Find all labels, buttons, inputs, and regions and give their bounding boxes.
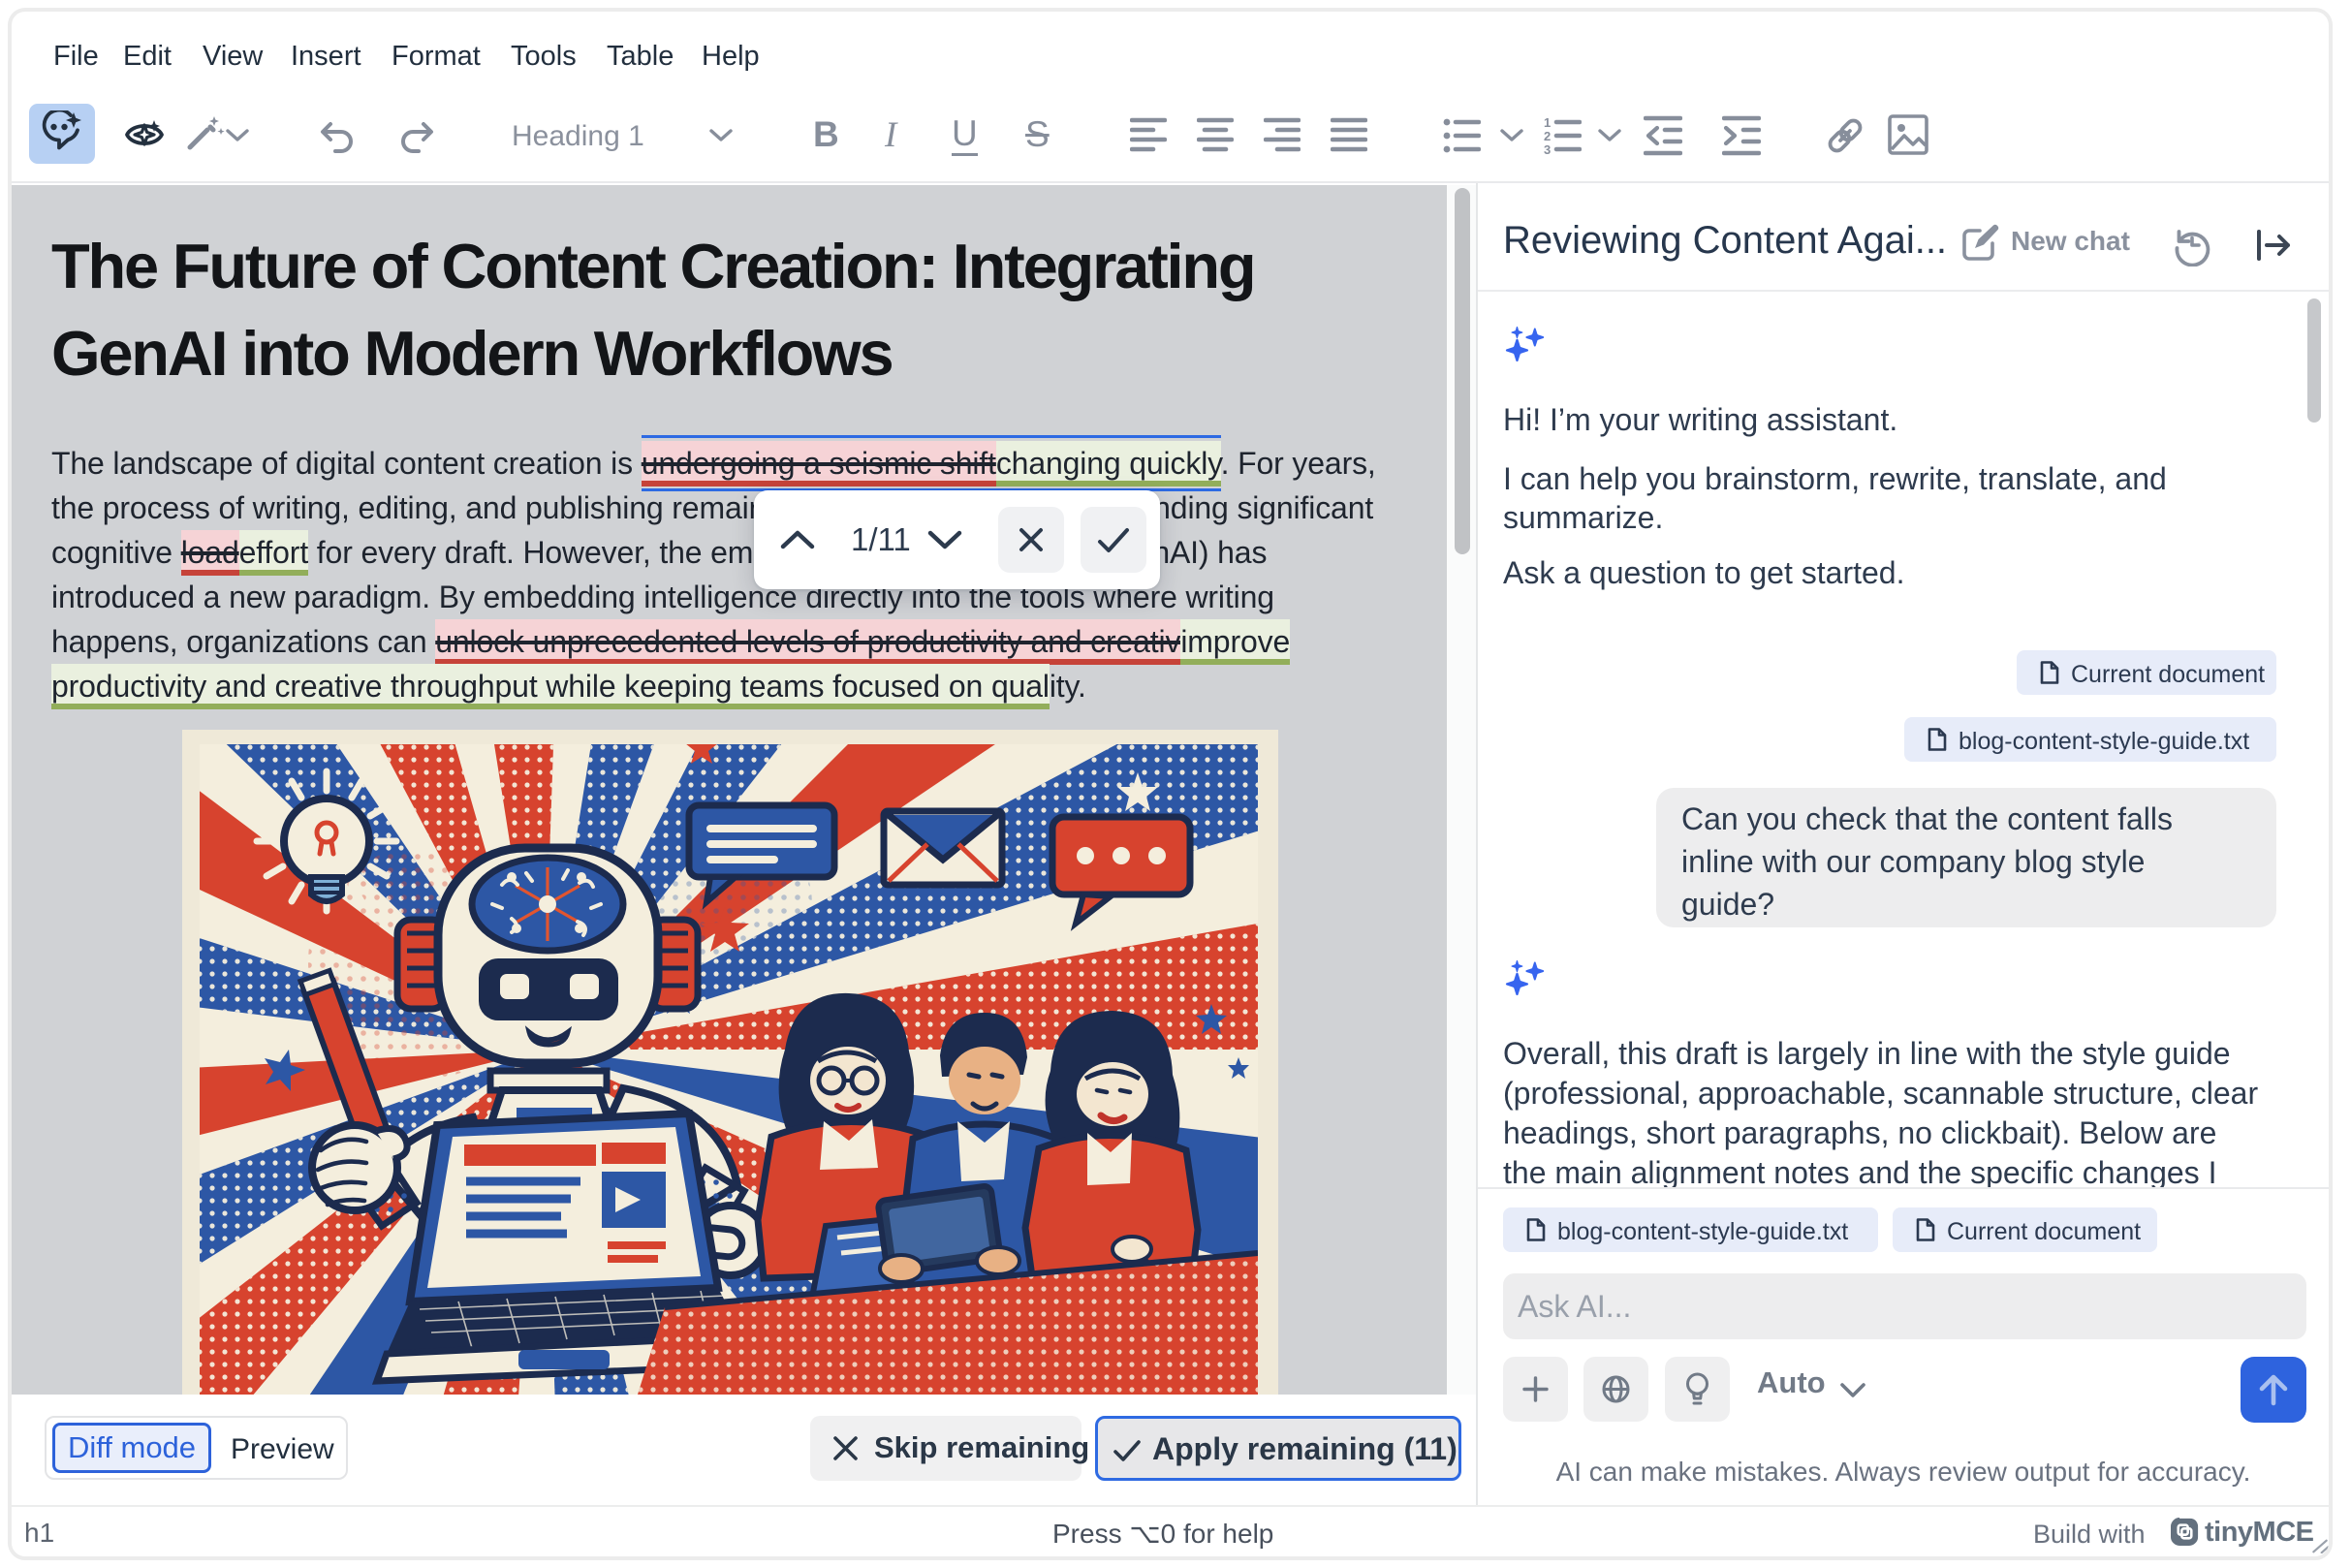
svg-text:2: 2 xyxy=(1544,129,1551,143)
svg-text:1: 1 xyxy=(1544,116,1551,130)
svg-text:3: 3 xyxy=(1544,142,1551,155)
